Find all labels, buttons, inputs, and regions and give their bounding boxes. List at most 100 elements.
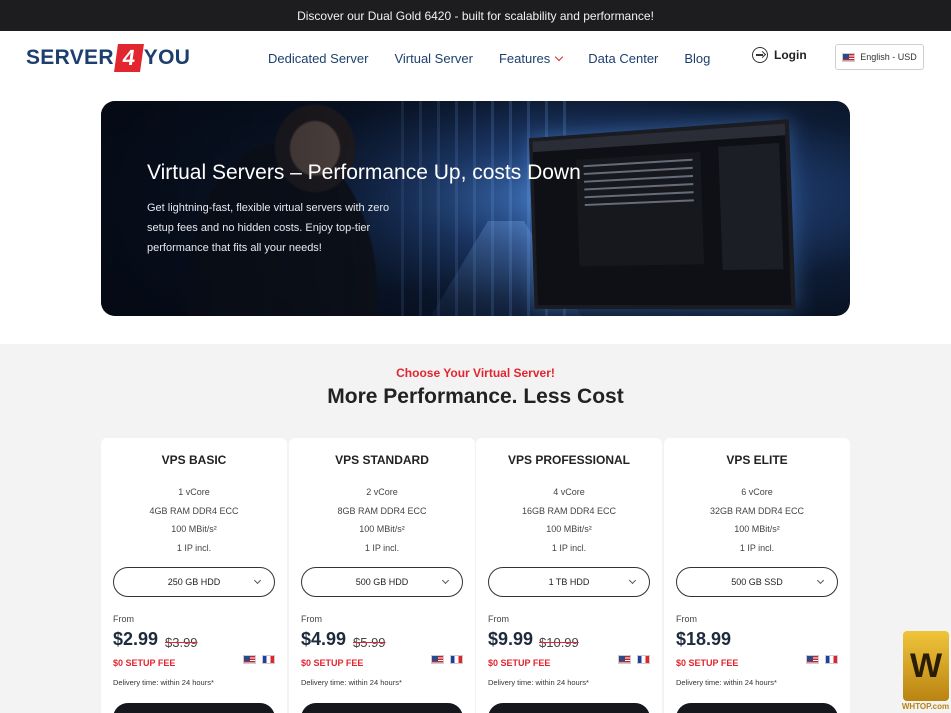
location-flags: [618, 655, 650, 664]
price-from-label: From: [113, 614, 134, 624]
order-button[interactable]: [676, 703, 838, 713]
hero-description: Get lightning-fast, flexible virtual ser…: [147, 202, 390, 254]
order-button[interactable]: [488, 703, 650, 713]
price-from-label: From: [676, 614, 697, 624]
chevron-down-icon: [555, 52, 564, 61]
spec-ip: 1 IP incl.: [176, 542, 212, 553]
language-label: English - USD: [860, 52, 917, 62]
storage-value: 500 GB SSD: [731, 577, 783, 587]
plan-name: VPS PROFESSIONAL: [507, 453, 631, 467]
order-button[interactable]: [113, 703, 275, 713]
nav-blog[interactable]: Blog: [684, 51, 710, 66]
old-price: $5.99: [353, 635, 386, 650]
delivery-time: Delivery time: within 24 hours*: [113, 678, 214, 687]
old-price: $10.99: [539, 635, 579, 650]
logo-four: 4: [113, 44, 144, 72]
spec-bandwidth: 100 MBit/s²: [359, 524, 405, 534]
price-from-label: From: [301, 614, 322, 624]
storage-value: 250 GB HDD: [167, 577, 221, 587]
spec-ram: 32GB RAM DDR4 ECC: [709, 505, 805, 516]
plan-card-professional: VPS PROFESSIONAL 4 vCore 16GB RAM DDR4 E…: [476, 438, 662, 713]
storage-select[interactable]: 500 GB HDD: [301, 567, 463, 597]
section-title: More Performance. Less Cost: [327, 385, 624, 408]
spec-ram: 4GB RAM DDR4 ECC: [149, 505, 239, 516]
site-header: SERVER 4 YOU Dedicated Server Virtual Se…: [0, 31, 951, 85]
logo-text-you: YOU: [143, 46, 191, 69]
plan-name: VPS STANDARD: [335, 453, 429, 467]
delivery-time: Delivery time: within 24 hours*: [301, 678, 402, 687]
spec-cores: 4 vCore: [553, 487, 585, 497]
whtop-watermark: W WHTOP.com: [900, 631, 951, 713]
chevron-down-icon: [253, 576, 262, 585]
login-link[interactable]: Login: [752, 47, 807, 63]
us-flag-icon[interactable]: [806, 655, 819, 664]
setup-fee: $0 SETUP FEE: [301, 658, 364, 668]
delivery-time: Delivery time: within 24 hours*: [676, 678, 777, 687]
language-selector[interactable]: English - USD: [835, 44, 924, 70]
plan-specs: 6 vCore 32GB RAM DDR4 ECC 100 MBit/s² 1 …: [664, 483, 850, 557]
hero-title: Virtual Servers – Performance Up, costs …: [147, 161, 581, 184]
plan-card-basic: VPS BASIC 1 vCore 4GB RAM DDR4 ECC 100 M…: [101, 438, 287, 713]
price: $2.99: [113, 629, 159, 649]
plan-name: VPS ELITE: [726, 453, 788, 467]
price: $9.99: [488, 629, 534, 649]
watermark-logo: W: [903, 631, 949, 701]
location-flags: [243, 655, 275, 664]
setup-fee: $0 SETUP FEE: [488, 658, 551, 668]
spec-bandwidth: 100 MBit/s²: [171, 524, 217, 534]
nav-dedicated-server[interactable]: Dedicated Server: [268, 51, 368, 66]
fr-flag-icon[interactable]: [450, 655, 463, 664]
us-flag-icon[interactable]: [243, 655, 256, 664]
login-label: Login: [774, 48, 807, 62]
price: $18.99: [676, 629, 732, 649]
hero-banner: Virtual Servers – Performance Up, costs …: [101, 101, 850, 316]
us-flag-icon: [842, 52, 856, 62]
section-kicker: Choose Your Virtual Server!: [396, 366, 555, 380]
spec-ram: 8GB RAM DDR4 ECC: [337, 505, 427, 516]
us-flag-icon[interactable]: [618, 655, 631, 664]
login-icon: [752, 47, 768, 63]
fr-flag-icon[interactable]: [637, 655, 650, 664]
chevron-down-icon: [441, 576, 450, 585]
storage-select[interactable]: 500 GB SSD: [676, 567, 838, 597]
storage-select[interactable]: 250 GB HDD: [113, 567, 275, 597]
logo[interactable]: SERVER 4 YOU: [26, 44, 190, 72]
spec-bandwidth: 100 MBit/s²: [734, 524, 780, 534]
spec-ram: 16GB RAM DDR4 ECC: [521, 505, 617, 516]
spec-ip: 1 IP incl.: [364, 542, 400, 553]
setup-fee: $0 SETUP FEE: [676, 658, 739, 668]
order-button[interactable]: [301, 703, 463, 713]
nav-virtual-server[interactable]: Virtual Server: [394, 51, 473, 66]
fr-flag-icon[interactable]: [262, 655, 275, 664]
storage-select[interactable]: 1 TB HDD: [488, 567, 650, 597]
nav-features[interactable]: Features: [498, 50, 564, 66]
spec-ip: 1 IP incl.: [739, 542, 775, 553]
location-flags: [431, 655, 463, 664]
price-from-label: From: [488, 614, 509, 624]
spec-cores: 1 vCore: [178, 487, 210, 497]
nav-features-label: Features: [498, 50, 551, 66]
plan-card-elite: VPS ELITE 6 vCore 32GB RAM DDR4 ECC 100 …: [664, 438, 850, 713]
setup-fee: $0 SETUP FEE: [113, 658, 176, 668]
main-nav: Dedicated Server Virtual Server Features…: [268, 31, 710, 85]
old-price: $3.99: [165, 635, 198, 650]
fr-flag-icon[interactable]: [825, 655, 838, 664]
spec-ip: 1 IP incl.: [551, 542, 587, 553]
watermark-text: WHTOP.com: [901, 702, 950, 711]
us-flag-icon[interactable]: [431, 655, 444, 664]
spec-cores: 2 vCore: [366, 487, 398, 497]
plan-card-standard: VPS STANDARD 2 vCore 8GB RAM DDR4 ECC 10…: [289, 438, 475, 713]
announcement-bar: Discover our Dual Gold 6420 - built for …: [0, 0, 951, 31]
plan-name: VPS BASIC: [161, 453, 227, 467]
logo-text-server: SERVER: [26, 46, 114, 69]
plan-specs: 1 vCore 4GB RAM DDR4 ECC 100 MBit/s² 1 I…: [101, 483, 287, 557]
chevron-down-icon: [816, 576, 825, 585]
spec-bandwidth: 100 MBit/s²: [546, 524, 592, 534]
spec-cores: 6 vCore: [741, 487, 773, 497]
monitor-image: [528, 119, 796, 310]
price: $4.99: [301, 629, 347, 649]
delivery-time: Delivery time: within 24 hours*: [488, 678, 589, 687]
chevron-down-icon: [628, 576, 637, 585]
location-flags: [806, 655, 838, 664]
nav-data-center[interactable]: Data Center: [588, 51, 658, 66]
